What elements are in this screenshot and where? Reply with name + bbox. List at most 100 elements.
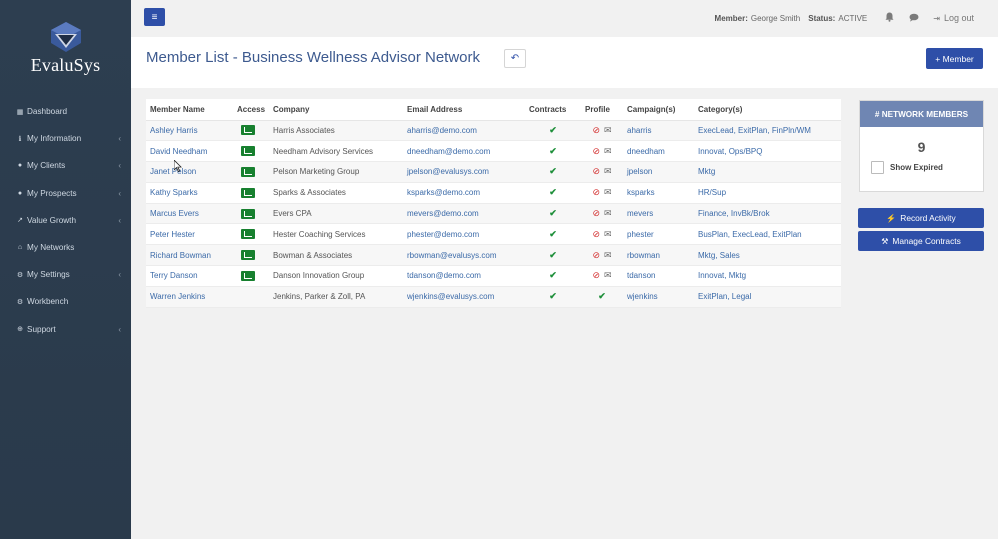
contracts-check-icon: ✔ — [549, 166, 557, 177]
users-icon: ● — [17, 189, 23, 197]
access-chart-icon[interactable] — [241, 229, 255, 240]
category-link[interactable]: Innovat, Ops/BPQ — [698, 147, 762, 156]
sidebar-item-support[interactable]: ⊕ Support ‹ — [0, 316, 131, 343]
campaign-link[interactable]: phester — [627, 230, 654, 239]
access-chart-icon[interactable] — [241, 146, 255, 157]
access-chart-icon[interactable] — [241, 125, 255, 136]
show-expired-toggle[interactable]: Show Expired — [871, 161, 983, 174]
envelope-icon[interactable]: ✉ — [604, 250, 612, 260]
sidebar-item-label: My Networks — [27, 243, 75, 253]
sidebar-item-my-information[interactable]: ℹ My Information ‹ — [0, 125, 131, 152]
sidebar-item-my-prospects[interactable]: ● My Prospects ‹ — [0, 180, 131, 207]
email-link[interactable]: dneedham@demo.com — [407, 147, 490, 156]
category-link[interactable]: Mktg — [698, 167, 715, 176]
envelope-icon[interactable]: ✉ — [604, 208, 612, 218]
column-header[interactable]: Member Name — [146, 99, 233, 121]
category-link[interactable]: Finance, InvBk/Brok — [698, 209, 770, 218]
sidebar-item-value-growth[interactable]: ↗ Value Growth ‹ — [0, 207, 131, 234]
sidebar-item-label: My Clients — [27, 161, 66, 171]
sidebar-item-my-networks[interactable]: ⌂ My Networks — [0, 234, 131, 261]
logo[interactable]: EvaluSys — [0, 0, 131, 90]
menu-toggle-button[interactable]: ≡ — [144, 8, 165, 26]
access-chart-icon[interactable] — [241, 270, 255, 281]
profile-ban-icon[interactable]: ⊘ — [592, 250, 600, 260]
email-link[interactable]: ksparks@demo.com — [407, 188, 480, 197]
column-header[interactable]: Email Address — [403, 99, 525, 121]
manage-contracts-button[interactable]: ⚒ Manage Contracts — [858, 231, 984, 251]
access-chart-icon[interactable] — [241, 166, 255, 177]
access-cell — [233, 244, 269, 267]
mouse-pointer-icon — [174, 160, 182, 172]
campaign-link[interactable]: mevers — [627, 209, 653, 218]
email-link[interactable]: mevers@demo.com — [407, 209, 479, 218]
column-header[interactable]: Company — [269, 99, 403, 121]
envelope-icon[interactable]: ✉ — [604, 187, 612, 197]
campaign-link[interactable]: aharris — [627, 126, 651, 135]
sidebar-item-dashboard[interactable]: ▦ Dashboard — [0, 98, 131, 125]
email-link[interactable]: phester@demo.com — [407, 230, 479, 239]
member-name-link[interactable]: Peter Hester — [150, 230, 195, 239]
member-name-link[interactable]: Terry Danson — [150, 271, 198, 280]
profile-ban-icon[interactable]: ⊘ — [592, 208, 600, 218]
email-link[interactable]: rbowman@evalusys.com — [407, 251, 496, 260]
email-link[interactable]: aharris@demo.com — [407, 126, 477, 135]
campaign-link[interactable]: wjenkins — [627, 292, 658, 301]
category-link[interactable]: Innovat, Mktg — [698, 271, 746, 280]
member-name-link[interactable]: Kathy Sparks — [150, 188, 198, 197]
member-name-link[interactable]: Marcus Evers — [150, 209, 199, 218]
profile-ban-icon[interactable]: ⊘ — [592, 270, 600, 280]
email-link[interactable]: jpelson@evalusys.com — [407, 167, 489, 176]
show-expired-checkbox[interactable] — [871, 161, 884, 174]
logout-link[interactable]: ⇥ Log out — [933, 13, 974, 23]
access-chart-icon[interactable] — [241, 208, 255, 219]
chat-icon[interactable] — [909, 13, 919, 24]
access-cell — [233, 120, 269, 142]
campaign-link[interactable]: jpelson — [627, 167, 652, 176]
campaign-link[interactable]: ksparks — [627, 188, 655, 197]
member-name-link[interactable]: Warren Jenkins — [150, 292, 205, 301]
sidebar-item-my-settings[interactable]: ⚙ My Settings ‹ — [0, 261, 131, 288]
campaign-link[interactable]: rbowman — [627, 251, 660, 260]
table-row: Peter Hester Hester Coaching Services phes… — [146, 223, 841, 246]
email-link[interactable]: tdanson@demo.com — [407, 271, 481, 280]
back-button[interactable]: ↶ — [504, 49, 526, 68]
category-link[interactable]: BusPlan, ExecLead, ExitPlan — [698, 230, 802, 239]
category-link[interactable]: Mktg, Sales — [698, 251, 740, 260]
campaign-link[interactable]: tdanson — [627, 271, 655, 280]
email-link[interactable]: wjenkins@evalusys.com — [407, 292, 494, 301]
category-link[interactable]: HR/Sup — [698, 188, 726, 197]
member-name-link[interactable]: Ashley Harris — [150, 126, 198, 135]
member-name-link[interactable]: Richard Bowman — [150, 251, 211, 260]
profile-ban-icon[interactable]: ⊘ — [592, 166, 600, 176]
envelope-icon[interactable]: ✉ — [604, 146, 612, 156]
column-header[interactable]: Access — [233, 99, 269, 121]
bell-icon[interactable] — [885, 12, 894, 24]
envelope-icon[interactable]: ✉ — [604, 166, 612, 176]
category-link[interactable]: ExecLead, ExitPlan, FinPln/WM — [698, 126, 811, 135]
envelope-icon[interactable]: ✉ — [604, 270, 612, 280]
envelope-icon[interactable]: ✉ — [604, 125, 612, 135]
add-member-button[interactable]: + Member — [926, 48, 983, 69]
member-name-link[interactable]: David Needham — [150, 147, 207, 156]
category-link[interactable]: ExitPlan, Legal — [698, 292, 751, 301]
column-header[interactable]: Contracts — [525, 99, 581, 121]
envelope-icon[interactable]: ✉ — [604, 229, 612, 239]
profile-ban-icon[interactable]: ⊘ — [592, 125, 600, 135]
sidebar-item-my-clients[interactable]: ● My Clients ‹ — [0, 152, 131, 179]
dashboard-icon: ▦ — [16, 108, 24, 116]
record-activity-button[interactable]: ⚡ Record Activity — [858, 208, 984, 228]
page-title: Member List - Business Wellness Advisor … — [146, 49, 480, 66]
sidebar-item-workbench[interactable]: ⚙ Workbench — [0, 288, 131, 315]
profile-ban-icon[interactable]: ⊘ — [592, 146, 600, 156]
profile-ban-icon[interactable]: ⊘ — [592, 229, 600, 239]
campaign-link[interactable]: dneedham — [627, 147, 665, 156]
column-header[interactable]: Campaign(s) — [623, 99, 694, 121]
access-cell — [233, 223, 269, 246]
manage-contracts-label: Manage Contracts — [892, 236, 961, 246]
sidebar-item-label: Workbench — [27, 297, 69, 307]
profile-ban-icon[interactable]: ⊘ — [592, 187, 600, 197]
column-header[interactable]: Category(s) — [694, 99, 841, 121]
access-chart-icon[interactable] — [241, 250, 255, 261]
access-chart-icon[interactable] — [241, 187, 255, 198]
column-header[interactable]: Profile — [581, 99, 623, 121]
